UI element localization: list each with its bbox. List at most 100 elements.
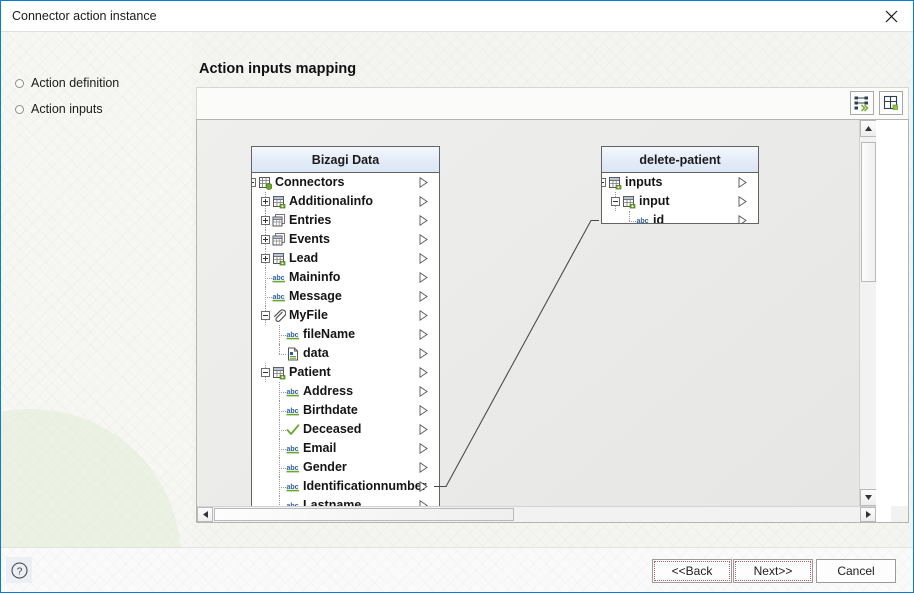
- source-tree-title: Bizagi Data: [252, 147, 439, 173]
- connection-port[interactable]: [419, 386, 428, 397]
- tree-row[interactable]: abc Email: [252, 439, 439, 458]
- diagram-toolbar: [196, 87, 909, 119]
- abc-icon: abc: [286, 328, 300, 342]
- collapse-node-button[interactable]: [261, 311, 270, 320]
- tree-row[interactable]: abc Message: [252, 287, 439, 306]
- collapse-node-button[interactable]: [611, 197, 620, 206]
- sidebar-item-action-definition[interactable]: Action definition: [15, 76, 119, 90]
- source-tree-panel: Bizagi Data Connectors Additionalinfo En…: [251, 146, 440, 506]
- expand-node-button[interactable]: [261, 235, 270, 244]
- abc-icon: abc: [286, 461, 300, 475]
- connection-port[interactable]: [738, 177, 747, 188]
- tree-row[interactable]: abc Maininfo: [252, 268, 439, 287]
- sidebar-item-label: Action inputs: [31, 102, 103, 116]
- caret-right-icon: [865, 511, 871, 518]
- abc-icon: abc: [286, 404, 300, 418]
- mapping-lines-icon: [854, 96, 869, 112]
- close-button[interactable]: [869, 1, 913, 31]
- connection-port[interactable]: [419, 348, 428, 359]
- source-tree-rows: Connectors Additionalinfo Entries Events…: [252, 173, 439, 506]
- abc-icon: abc: [272, 271, 286, 285]
- help-button[interactable]: ?: [6, 557, 32, 583]
- scroll-right-button[interactable]: [860, 507, 876, 522]
- scroll-down-button[interactable]: [860, 489, 876, 506]
- collection-icon: [272, 214, 286, 228]
- tree-guide-line: [629, 221, 636, 222]
- connection-port[interactable]: [419, 177, 428, 188]
- collapse-node-button[interactable]: [261, 368, 270, 377]
- tree-row[interactable]: data: [252, 344, 439, 363]
- main-content: Action inputs mapping Bizagi Data Connec…: [192, 32, 913, 549]
- tree-row[interactable]: Connectors: [252, 173, 439, 192]
- tree-row[interactable]: Lead: [252, 249, 439, 268]
- next-button[interactable]: Next>>: [733, 559, 813, 583]
- connection-port[interactable]: [419, 462, 428, 473]
- tree-row[interactable]: Entries: [252, 211, 439, 230]
- tree-row[interactable]: MyFile: [252, 306, 439, 325]
- tree-row-label: Email: [303, 441, 337, 455]
- connection-port[interactable]: [419, 443, 428, 454]
- connection-port[interactable]: [419, 424, 428, 435]
- connection-port[interactable]: [419, 481, 428, 492]
- connection-port[interactable]: [738, 215, 747, 223]
- wizard-step-sidebar: Action definition Action inputs: [1, 32, 192, 549]
- expand-node-button[interactable]: [261, 216, 270, 225]
- connection-port[interactable]: [419, 329, 428, 340]
- sidebar-item-action-inputs[interactable]: Action inputs: [15, 102, 103, 116]
- connection-port[interactable]: [419, 291, 428, 302]
- connection-port[interactable]: [419, 310, 428, 321]
- connection-port[interactable]: [419, 272, 428, 283]
- tree-row-label: Gender: [303, 460, 347, 474]
- connection-port[interactable]: [419, 367, 428, 378]
- tree-row[interactable]: abc id: [601, 211, 758, 224]
- connection-port[interactable]: [601, 177, 602, 188]
- abc-icon: abc: [272, 290, 286, 304]
- check-icon: [286, 423, 300, 437]
- tree-row[interactable]: input: [602, 192, 758, 211]
- tree-row[interactable]: abc Gender: [252, 458, 439, 477]
- entity-icon: [622, 195, 636, 209]
- connection-port[interactable]: [601, 196, 602, 207]
- tree-guide-line: [279, 344, 280, 354]
- tree-row-label: Lastname: [303, 498, 362, 506]
- connection-port[interactable]: [601, 215, 602, 224]
- tree-row-label: Deceased: [303, 422, 362, 436]
- mapping-options-button[interactable]: [850, 91, 874, 115]
- mapping-canvas[interactable]: Bizagi Data Connectors Additionalinfo En…: [197, 120, 876, 506]
- connection-port[interactable]: [419, 234, 428, 245]
- connection-port[interactable]: [419, 253, 428, 264]
- scroll-thumb-vertical[interactable]: [861, 142, 876, 282]
- target-tree-title: delete-patient: [602, 147, 758, 173]
- connection-port[interactable]: [738, 196, 747, 207]
- layout-button[interactable]: [879, 91, 903, 115]
- tree-row[interactable]: Events: [252, 230, 439, 249]
- tree-row[interactable]: abc Birthdate: [252, 401, 439, 420]
- collapse-node-button[interactable]: [252, 178, 256, 187]
- connection-port[interactable]: [419, 196, 428, 207]
- tree-row[interactable]: Additionalinfo: [252, 192, 439, 211]
- tree-row[interactable]: Patient: [252, 363, 439, 382]
- tree-row[interactable]: abc fileName: [252, 325, 439, 344]
- canvas-vertical-scrollbar[interactable]: [859, 120, 876, 506]
- caret-left-icon: [202, 511, 208, 518]
- connection-port[interactable]: [419, 215, 428, 226]
- tree-row[interactable]: abc Lastname: [252, 496, 439, 506]
- entity-collection-icon: [258, 176, 272, 190]
- scroll-left-button[interactable]: [197, 507, 213, 522]
- expand-node-button[interactable]: [261, 254, 270, 263]
- tree-row[interactable]: abc Identificationnumber: [252, 477, 439, 496]
- scroll-thumb-horizontal[interactable]: [214, 508, 514, 521]
- tree-row-label: input: [639, 194, 670, 208]
- tree-guide-line: [265, 278, 272, 279]
- canvas-horizontal-scrollbar[interactable]: [197, 506, 876, 522]
- connection-port[interactable]: [419, 405, 428, 416]
- back-button[interactable]: <<Back: [652, 559, 732, 583]
- tree-row[interactable]: Deceased: [252, 420, 439, 439]
- scroll-up-button[interactable]: [860, 120, 876, 137]
- window-title: Connector action instance: [12, 9, 157, 23]
- expand-node-button[interactable]: [261, 197, 270, 206]
- cancel-button[interactable]: Cancel: [816, 559, 896, 583]
- tree-row[interactable]: inputs: [602, 173, 758, 192]
- tree-row[interactable]: abc Address: [252, 382, 439, 401]
- page-title: Action inputs mapping: [199, 61, 357, 77]
